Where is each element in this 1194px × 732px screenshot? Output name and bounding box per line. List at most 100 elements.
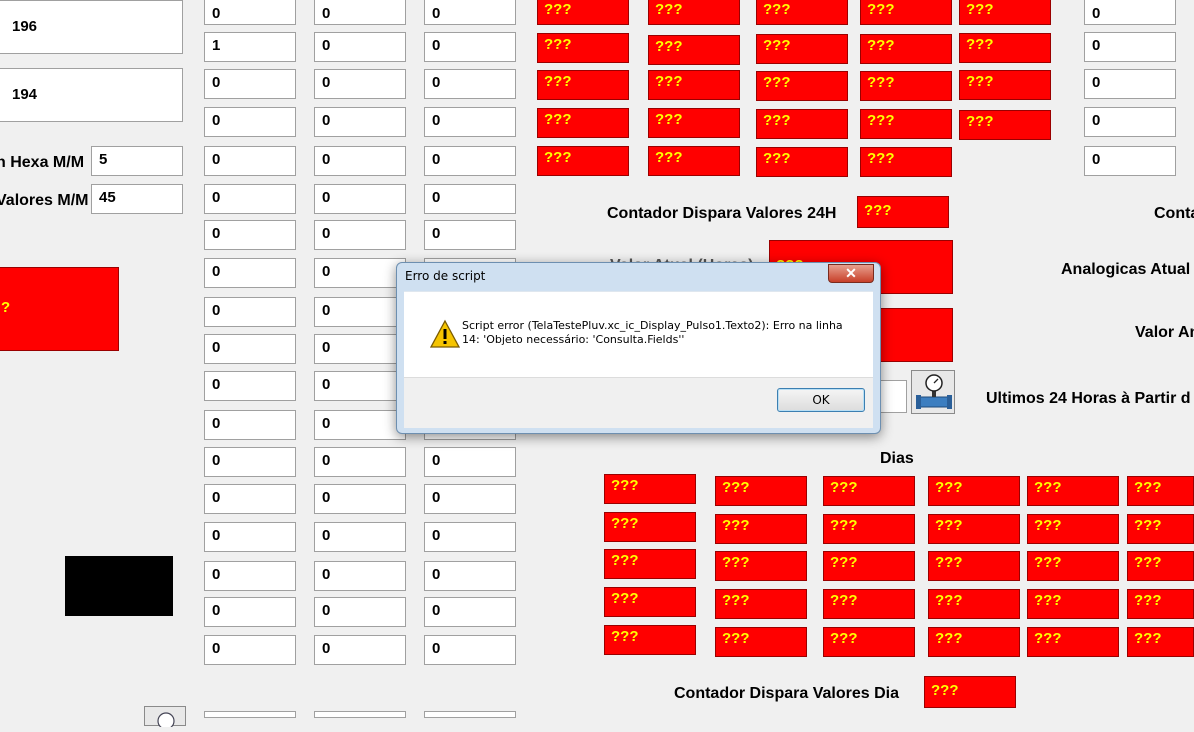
grid-cell[interactable]: 0 xyxy=(314,0,406,25)
grid-cell[interactable] xyxy=(424,711,516,718)
contador-24h-label: Contador Dispara Valores 24H xyxy=(607,205,837,222)
grid-cell[interactable]: 0 xyxy=(314,371,406,401)
valores-input[interactable]: 45 xyxy=(91,184,183,214)
warning-icon xyxy=(429,319,461,348)
left-red-display: ? xyxy=(0,267,119,351)
grid-cell[interactable]: 0 xyxy=(204,258,296,288)
top-red-cell: ??? xyxy=(537,0,629,25)
top-red-cell: ??? xyxy=(959,0,1051,25)
right-value-cell[interactable]: 0 xyxy=(1084,107,1176,137)
grid-cell[interactable]: 1 xyxy=(204,32,296,62)
grid-cell[interactable]: 0 xyxy=(314,410,406,440)
dias-cell: ??? xyxy=(1127,551,1194,581)
grid-cell[interactable]: 0 xyxy=(204,561,296,591)
top-red-cell: ??? xyxy=(860,71,952,101)
grid-cell[interactable]: 0 xyxy=(204,522,296,552)
grid-cell[interactable]: 0 xyxy=(204,447,296,477)
grid-cell[interactable]: 0 xyxy=(314,561,406,591)
script-error-dialog: Erro de script ✕ Script error (TelaTeste… xyxy=(396,262,881,434)
dias-cell: ??? xyxy=(1127,627,1194,657)
grid-cell[interactable]: 0 xyxy=(424,220,516,250)
grid-cell[interactable]: 0 xyxy=(424,146,516,176)
grid-cell[interactable]: 0 xyxy=(314,220,406,250)
top-red-cell: ??? xyxy=(860,34,952,64)
grid-cell[interactable]: 0 xyxy=(424,0,516,25)
grid-cell[interactable]: 0 xyxy=(424,522,516,552)
contador-24h-value: ??? xyxy=(857,196,949,228)
grid-cell[interactable]: 0 xyxy=(314,484,406,514)
counter-display-2: 194 xyxy=(0,68,183,122)
grid-cell[interactable]: 0 xyxy=(204,0,296,25)
grid-cell[interactable]: 0 xyxy=(204,146,296,176)
grid-cell[interactable]: 0 xyxy=(314,597,406,627)
dias-cell: ??? xyxy=(928,589,1020,619)
grid-cell[interactable]: 0 xyxy=(204,69,296,99)
dias-cell: ??? xyxy=(928,514,1020,544)
grid-cell[interactable]: 0 xyxy=(424,447,516,477)
right-value-cell[interactable]: 0 xyxy=(1084,146,1176,176)
grid-cell[interactable]: 0 xyxy=(204,410,296,440)
top-red-cell: ??? xyxy=(648,70,740,100)
top-red-cell: ??? xyxy=(756,71,848,101)
dias-cell: ??? xyxy=(928,476,1020,506)
grid-cell[interactable] xyxy=(204,711,296,718)
ultimos-24h-label: Ultimos 24 Horas à Partir d xyxy=(986,390,1191,407)
grid-cell[interactable]: 0 xyxy=(424,561,516,591)
top-red-cell: ??? xyxy=(537,33,629,63)
gauge-pump-button[interactable] xyxy=(911,370,955,414)
grid-cell[interactable]: 0 xyxy=(424,597,516,627)
gauge-button[interactable] xyxy=(144,706,186,730)
grid-cell[interactable]: 0 xyxy=(314,107,406,137)
dias-cell: ??? xyxy=(715,627,807,657)
dias-cell: ??? xyxy=(823,514,915,544)
contador-dia-label: Contador Dispara Valores Dia xyxy=(674,685,899,702)
top-red-cell: ??? xyxy=(648,35,740,65)
analogicas-atual-label: Analogicas Atual xyxy=(1061,261,1191,278)
valores-label: Valores M/M xyxy=(0,192,89,209)
dialog-close-button[interactable]: ✕ xyxy=(828,264,874,283)
dias-cell: ??? xyxy=(604,474,696,504)
grid-cell[interactable]: 0 xyxy=(424,184,516,214)
grid-cell[interactable]: 0 xyxy=(314,69,406,99)
grid-cell[interactable]: 0 xyxy=(314,184,406,214)
grid-cell[interactable]: 0 xyxy=(204,107,296,137)
dias-cell: ??? xyxy=(604,512,696,542)
grid-cell[interactable]: 0 xyxy=(314,447,406,477)
grid-cell[interactable]: 0 xyxy=(314,258,406,288)
grid-cell[interactable]: 0 xyxy=(204,371,296,401)
ok-button[interactable]: OK xyxy=(777,388,865,412)
top-red-cell: ??? xyxy=(648,108,740,138)
top-red-cell: ??? xyxy=(537,70,629,100)
grid-cell[interactable]: 0 xyxy=(204,334,296,364)
grid-cell[interactable]: 0 xyxy=(314,522,406,552)
gauge-icon xyxy=(157,712,175,730)
grid-cell[interactable]: 0 xyxy=(204,635,296,665)
grid-cell[interactable]: 0 xyxy=(424,69,516,99)
grid-cell[interactable]: 0 xyxy=(314,32,406,62)
dias-cell: ??? xyxy=(1027,589,1119,619)
grid-cell[interactable]: 0 xyxy=(424,484,516,514)
grid-cell[interactable]: 0 xyxy=(204,597,296,627)
right-value-cell[interactable]: 0 xyxy=(1084,0,1176,25)
right-value-cell[interactable]: 0 xyxy=(1084,69,1176,99)
grid-cell[interactable]: 0 xyxy=(314,297,406,327)
grid-cell[interactable]: 0 xyxy=(424,32,516,62)
grid-cell[interactable]: 0 xyxy=(204,220,296,250)
grid-cell[interactable]: 0 xyxy=(204,297,296,327)
grid-cell[interactable]: 0 xyxy=(314,334,406,364)
top-red-cell: ??? xyxy=(959,33,1051,63)
top-red-cell: ??? xyxy=(860,147,952,177)
dias-cell: ??? xyxy=(715,589,807,619)
right-value-cell[interactable]: 0 xyxy=(1084,32,1176,62)
top-red-cell: ??? xyxy=(860,0,952,25)
grid-cell[interactable]: 0 xyxy=(424,635,516,665)
grid-cell[interactable]: 0 xyxy=(204,184,296,214)
grid-cell[interactable] xyxy=(314,711,406,718)
grid-cell[interactable]: 0 xyxy=(314,146,406,176)
grid-cell[interactable]: 0 xyxy=(204,484,296,514)
top-red-cell: ??? xyxy=(756,34,848,64)
top-red-cell: ??? xyxy=(537,108,629,138)
grid-cell[interactable]: 0 xyxy=(314,635,406,665)
hexa-input[interactable]: 5 xyxy=(91,146,183,176)
grid-cell[interactable]: 0 xyxy=(424,107,516,137)
